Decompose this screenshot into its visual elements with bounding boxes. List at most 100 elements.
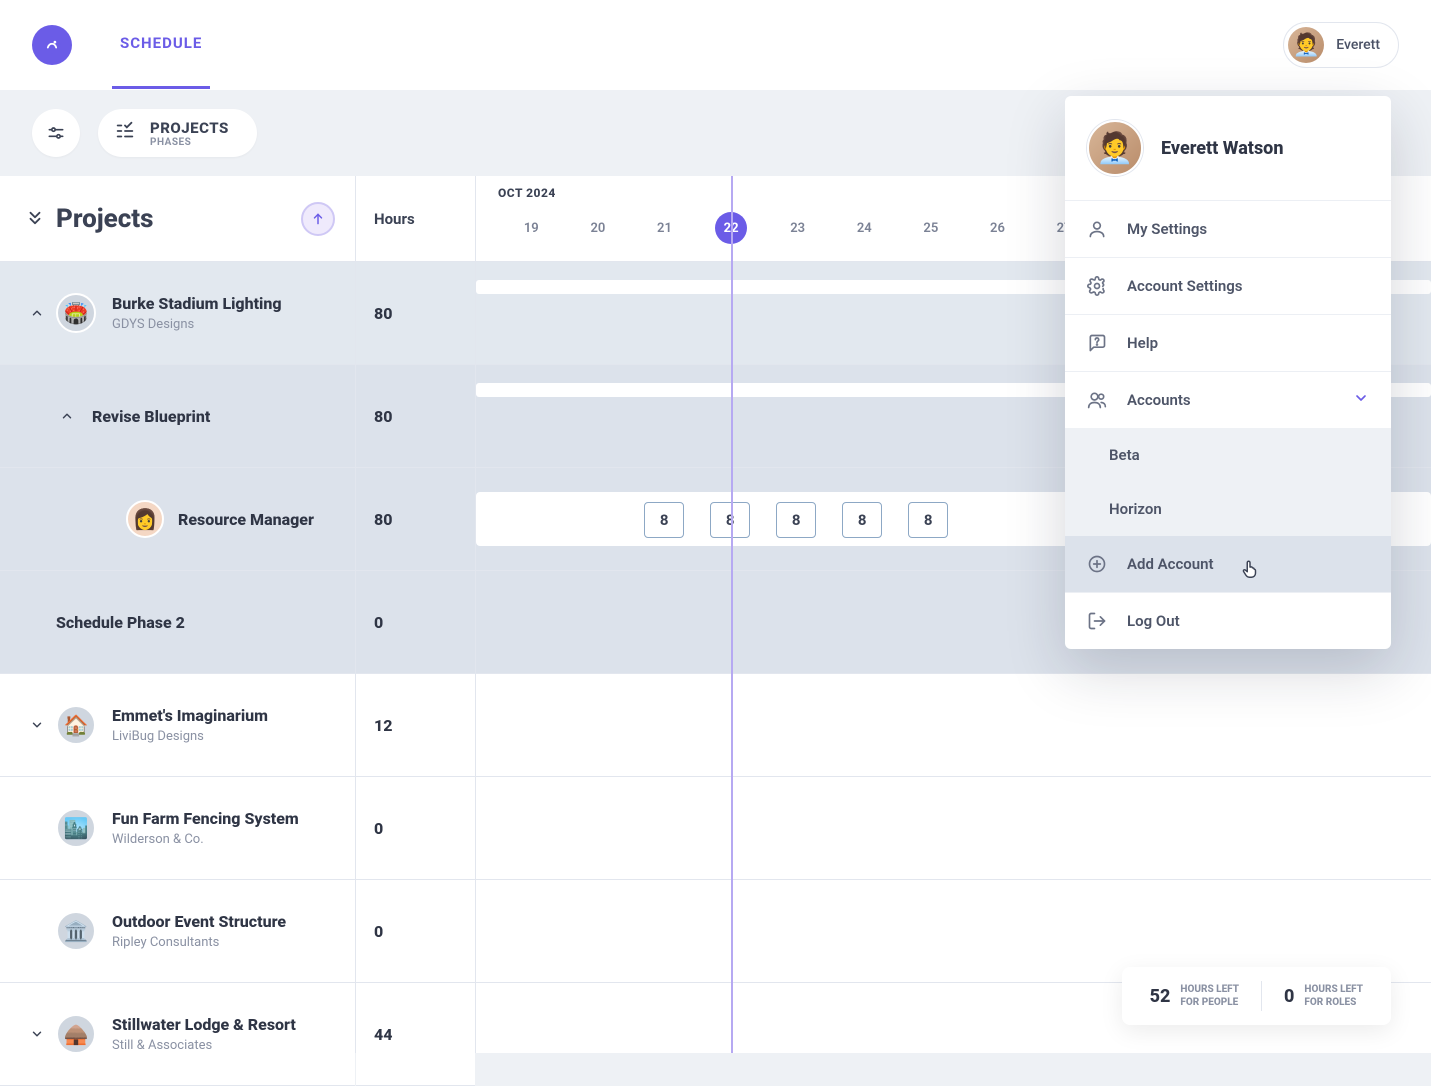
divider (1261, 981, 1262, 1011)
chevron-down-icon (1353, 390, 1369, 410)
app-logo[interactable] (32, 25, 72, 65)
people-hours-label: HOURS LEFTFOR PEOPLE (1180, 983, 1239, 1009)
day-cell[interactable]: 26 (964, 212, 1031, 244)
project-avatar: 🏙️ (56, 808, 96, 848)
gear-icon (1087, 276, 1111, 296)
double-chevron-down-icon (26, 209, 44, 227)
filter-button[interactable] (32, 109, 80, 157)
phase-row[interactable]: Revise Blueprint (0, 365, 355, 468)
arrow-up-icon (311, 212, 325, 226)
plus-circle-icon (1087, 554, 1111, 574)
hours-title-text: Hours (374, 210, 415, 228)
project-name: Burke Stadium Lighting (112, 294, 282, 313)
phase-row[interactable]: Schedule Phase 2 (0, 571, 355, 674)
avatar: 🧑‍💼 (1087, 120, 1143, 176)
menu-item-accounts[interactable]: Accounts (1065, 372, 1391, 428)
hours-cell: 0 (356, 880, 475, 983)
project-name: Emmet's Imaginarium (112, 706, 268, 725)
user-dropdown-menu: 🧑‍💼 Everett Watson My Settings Account S… (1065, 96, 1391, 649)
user-name: Everett (1336, 37, 1380, 53)
client-name: Wilderson & Co. (112, 832, 299, 847)
project-name: Stillwater Lodge & Resort (112, 1015, 296, 1034)
timeline-row[interactable] (476, 777, 1431, 880)
hours-column-header: Hours (356, 176, 475, 262)
resource-row[interactable]: 👩 Resource Manager (0, 468, 355, 571)
checklist-icon (114, 120, 136, 146)
user-menu-trigger[interactable]: 🧑‍💼 Everett (1283, 22, 1399, 68)
day-cell[interactable]: 19 (498, 212, 565, 244)
resource-avatar: 👩 (126, 500, 164, 538)
group-by-pill[interactable]: PROJECTS PHASES (98, 109, 257, 157)
hours-summary-widget: 52 HOURS LEFTFOR PEOPLE 0 HOURS LEFTFOR … (1122, 967, 1391, 1025)
project-avatar: 🏠 (56, 705, 96, 745)
menu-item-add-account[interactable]: Add Account (1065, 536, 1391, 592)
sort-button[interactable] (301, 202, 335, 236)
hour-slot[interactable]: 8 (644, 502, 684, 538)
menu-item-label: Log Out (1127, 612, 1180, 630)
projects-column-header: Projects (0, 176, 355, 262)
hour-slot[interactable]: 8 (842, 502, 882, 538)
chevron-up-icon[interactable] (56, 409, 78, 423)
project-name: Outdoor Event Structure (112, 912, 286, 931)
projects-column: Projects 🏟️ Burke Stadium Lighting GDYS De… (0, 176, 355, 1053)
phase-name: Revise Blueprint (92, 407, 210, 426)
menu-item-my-settings[interactable]: My Settings (1065, 201, 1391, 257)
logo-icon (42, 35, 62, 55)
sliders-icon (46, 123, 66, 143)
top-header: SCHEDULE 🧑‍💼 Everett (0, 0, 1431, 90)
menu-item-account[interactable]: Horizon (1065, 482, 1391, 536)
project-row[interactable]: 🏙️ Fun Farm Fencing System Wilderson & Co. (0, 777, 355, 880)
projects-title-text: Projects (56, 204, 154, 234)
menu-item-label: My Settings (1127, 220, 1207, 238)
chevron-down-icon[interactable] (26, 718, 48, 732)
day-cell[interactable]: 21 (631, 212, 698, 244)
day-cell[interactable]: 24 (831, 212, 898, 244)
project-row[interactable]: 🛖 Stillwater Lodge & Resort Still & Associ… (0, 983, 355, 1086)
project-name: Fun Farm Fencing System (112, 809, 299, 828)
tab-schedule[interactable]: SCHEDULE (112, 1, 210, 89)
cursor-pointer-icon (1239, 558, 1261, 580)
client-name: Still & Associates (112, 1038, 296, 1053)
day-cell[interactable]: 23 (764, 212, 831, 244)
project-row[interactable]: 🏟️ Burke Stadium Lighting GDYS Designs (0, 262, 355, 365)
roles-hours-value: 0 (1284, 986, 1294, 1007)
hour-slot[interactable]: 8 (776, 502, 816, 538)
menu-item-account-settings[interactable]: Account Settings (1065, 258, 1391, 314)
hours-cell: 0 (356, 777, 475, 880)
menu-item-help[interactable]: Help (1065, 315, 1391, 371)
project-row[interactable]: 🏛️ Outdoor Event Structure Ripley Consulta… (0, 880, 355, 983)
menu-item-label: Add Account (1127, 555, 1214, 573)
day-cell[interactable]: 25 (898, 212, 965, 244)
client-name: LiviBug Designs (112, 729, 268, 744)
menu-item-label: Help (1127, 334, 1158, 352)
today-indicator (731, 176, 733, 1053)
hours-cell: 12 (356, 674, 475, 777)
avatar: 🧑‍💼 (1288, 27, 1324, 63)
roles-hours-label: HOURS LEFTFOR ROLES (1304, 983, 1363, 1009)
menu-item-label: Account Settings (1127, 277, 1243, 295)
project-row[interactable]: 🏠 Emmet's Imaginarium LiviBug Designs (0, 674, 355, 777)
timeline-row[interactable] (476, 674, 1431, 777)
project-avatar: 🏛️ (56, 911, 96, 951)
collapse-all-button[interactable] (26, 204, 44, 234)
menu-item-log-out[interactable]: Log Out (1065, 593, 1391, 649)
hour-slot[interactable]: 8 (908, 502, 948, 538)
users-icon (1087, 390, 1111, 410)
menu-full-name: Everett Watson (1161, 138, 1283, 159)
menu-item-account[interactable]: Beta (1065, 428, 1391, 482)
project-avatar: 🏟️ (56, 293, 96, 333)
resource-name: Resource Manager (178, 510, 314, 529)
project-avatar: 🛖 (56, 1014, 96, 1054)
log-out-icon (1087, 611, 1111, 631)
day-cell[interactable]: 20 (565, 212, 632, 244)
client-name: GDYS Designs (112, 317, 282, 332)
client-name: Ripley Consultants (112, 935, 286, 950)
people-hours-value: 52 (1150, 986, 1171, 1007)
hours-cell: 80 (356, 262, 475, 365)
menu-header: 🧑‍💼 Everett Watson (1065, 96, 1391, 200)
chevron-down-icon[interactable] (26, 1027, 48, 1041)
phase-name: Schedule Phase 2 (56, 613, 185, 632)
hours-column: Hours 8080800120044 (355, 176, 475, 1053)
help-icon (1087, 333, 1111, 353)
chevron-up-icon[interactable] (26, 306, 48, 320)
